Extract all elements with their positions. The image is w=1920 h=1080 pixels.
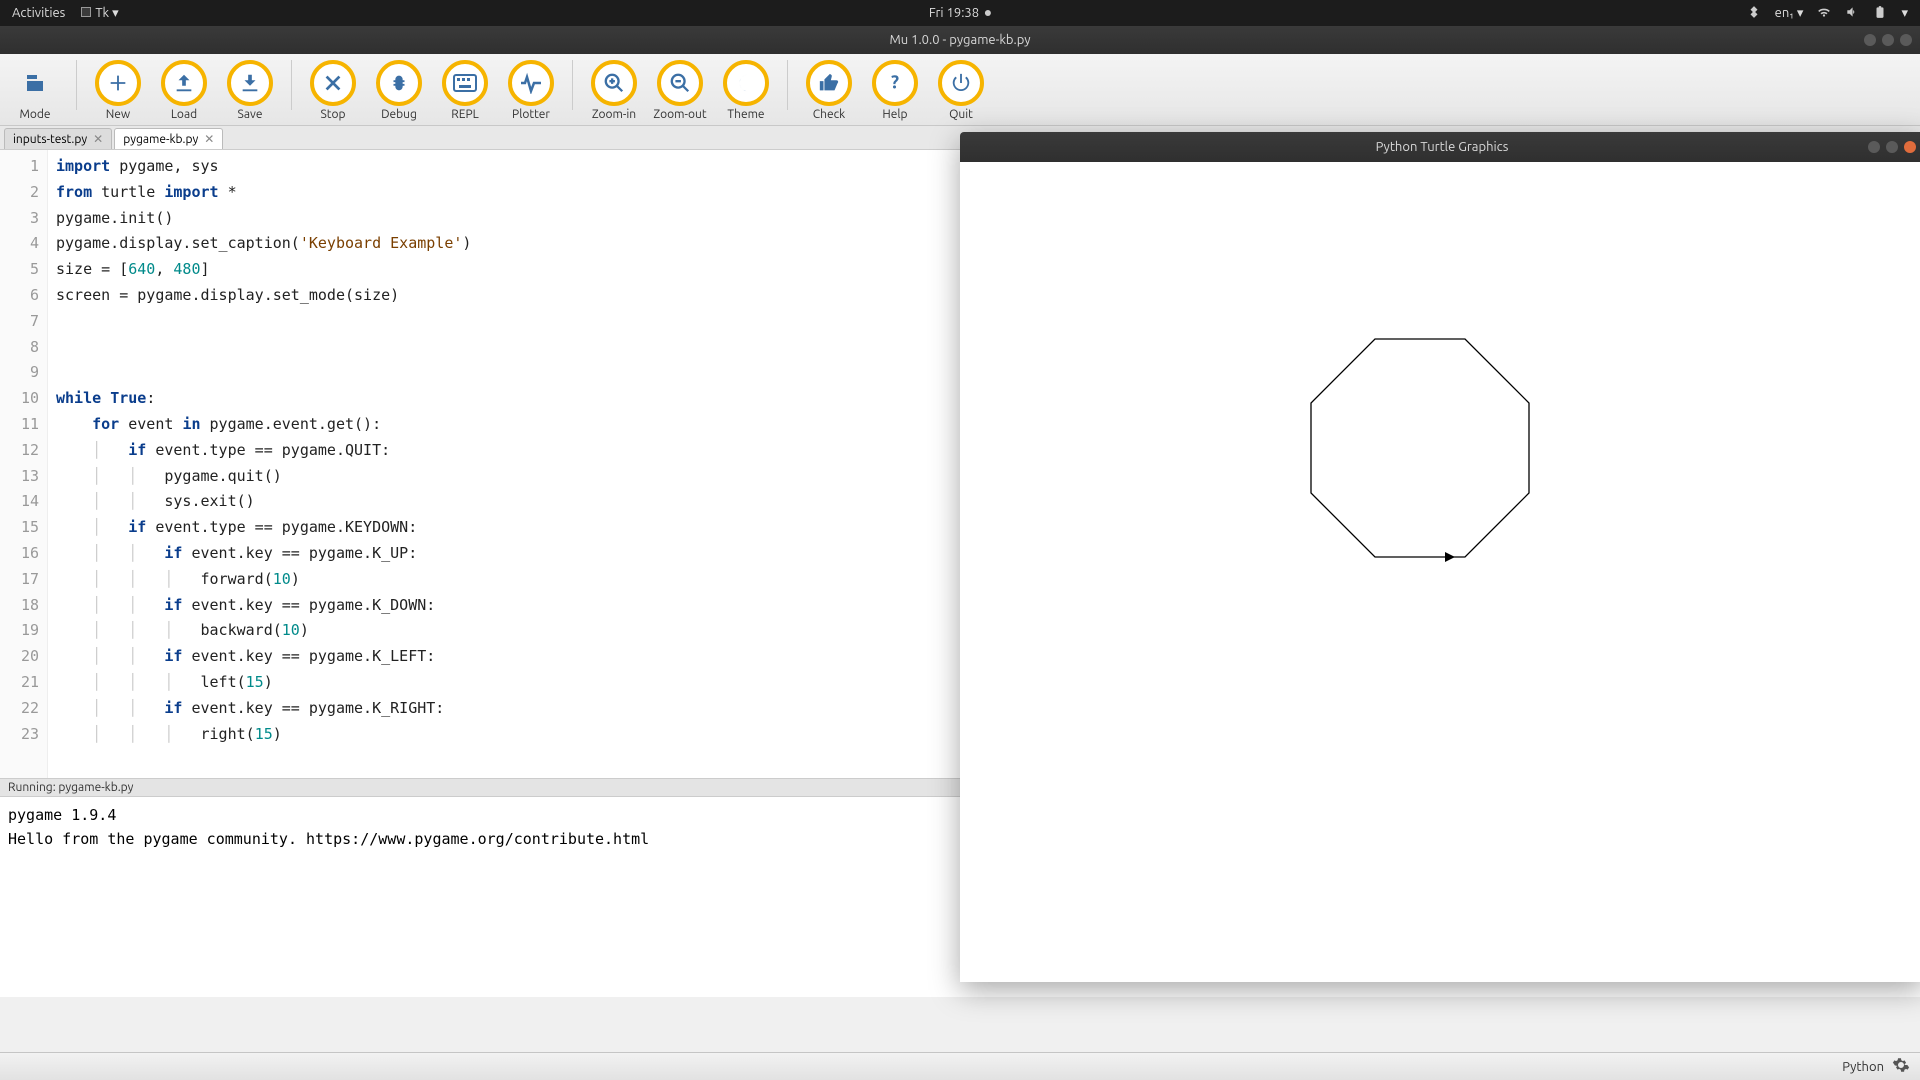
turtle-maximize-icon[interactable] [1886, 141, 1898, 153]
toolbar-save-button[interactable]: Save [223, 60, 277, 121]
toolbar-zoom-in-button[interactable]: Zoom-in [587, 60, 641, 121]
toolbar-load-button[interactable]: Load [157, 60, 211, 121]
app-menu[interactable]: Tk ▾ [81, 6, 118, 21]
minimize-icon[interactable] [1864, 34, 1876, 46]
turtle-close-icon[interactable] [1904, 141, 1916, 153]
line-numbers: 1234567891011121314151617181920212223 [0, 150, 48, 778]
turtle-path [1311, 339, 1529, 557]
zoomin-icon [591, 60, 637, 106]
toolbar-theme-button[interactable]: Theme [719, 60, 773, 121]
x-icon [310, 60, 356, 106]
network-icon[interactable] [1817, 5, 1831, 22]
toolbar-new-button[interactable]: New [91, 60, 145, 121]
maximize-icon[interactable] [1882, 34, 1894, 46]
tab-close-icon[interactable]: ✕ [204, 132, 214, 146]
toolbar-quit-button[interactable]: Quit [934, 60, 988, 121]
zoomout-icon [657, 60, 703, 106]
turtle-cursor-icon [1445, 552, 1455, 562]
pulse-icon [508, 60, 554, 106]
battery-icon[interactable] [1873, 5, 1887, 22]
toolbar-debug-button[interactable]: Debug [372, 60, 426, 121]
system-menu-icon[interactable]: ▾ [1901, 6, 1908, 21]
toolbar-help-button[interactable]: ?Help [868, 60, 922, 121]
plus-icon [95, 60, 141, 106]
turtle-window[interactable]: Python Turtle Graphics [960, 132, 1920, 982]
tab-inputs-test-py[interactable]: inputs-test.py✕ [4, 128, 112, 149]
lang-indicator[interactable]: en₁ ▾ [1775, 6, 1804, 21]
mode-icon [12, 60, 58, 106]
tab-pygame-kb-py[interactable]: pygame-kb.py✕ [114, 128, 223, 149]
download-icon [227, 60, 273, 106]
window-title: Mu 1.0.0 - pygame-kb.py [889, 33, 1030, 47]
turtle-minimize-icon[interactable] [1868, 141, 1880, 153]
toolbar: Mode NewLoadSave StopDebugREPLPlotter Zoom-… [0, 54, 1920, 126]
bug-icon [376, 60, 422, 106]
close-icon[interactable] [1900, 34, 1912, 46]
status-language: Python [1842, 1060, 1884, 1074]
bluetooth-icon[interactable] [1747, 5, 1761, 22]
volume-icon[interactable] [1845, 5, 1859, 22]
code-area[interactable]: import pygame, sys from turtle import * … [48, 150, 471, 778]
gear-icon[interactable] [1892, 1056, 1910, 1077]
keyboard-icon [442, 60, 488, 106]
thumb-icon [806, 60, 852, 106]
toolbar-zoom-out-button[interactable]: Zoom-out [653, 60, 707, 121]
turtle-canvas [960, 162, 1920, 982]
toolbar-plotter-button[interactable]: Plotter [504, 60, 558, 121]
toolbar-mode-button[interactable]: Mode [8, 60, 62, 121]
toolbar-stop-button[interactable]: Stop [306, 60, 360, 121]
clock[interactable]: Fri 19:38 [929, 6, 991, 20]
turtle-titlebar: Python Turtle Graphics [960, 132, 1920, 162]
activities-button[interactable]: Activities [12, 6, 65, 20]
mu-window-titlebar: Mu 1.0.0 - pygame-kb.py [0, 26, 1920, 54]
upload-icon [161, 60, 207, 106]
toolbar-repl-button[interactable]: REPL [438, 60, 492, 121]
power-icon [938, 60, 984, 106]
toolbar-check-button[interactable]: Check [802, 60, 856, 121]
help-icon: ? [872, 60, 918, 106]
tab-close-icon[interactable]: ✕ [93, 132, 103, 146]
status-bar: Python [0, 1052, 1920, 1080]
svg-text:?: ? [891, 73, 899, 93]
moon-icon [723, 60, 769, 106]
gnome-topbar: Activities Tk ▾ Fri 19:38 en₁ ▾ ▾ [0, 0, 1920, 26]
